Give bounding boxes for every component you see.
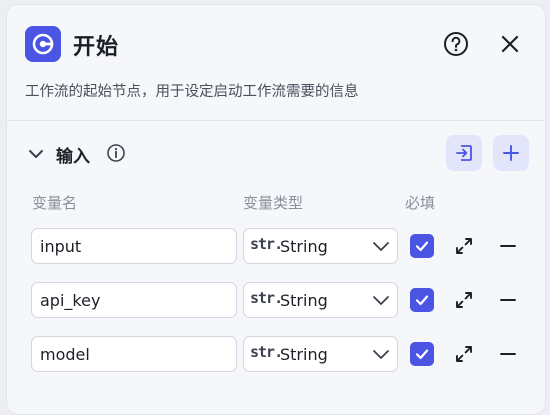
- expand-icon: [456, 238, 472, 254]
- required-checkbox[interactable]: [410, 234, 434, 258]
- chevron-down-icon: [373, 242, 389, 251]
- expand-icon: [456, 292, 472, 308]
- collapse-toggle[interactable]: [27, 145, 45, 163]
- minus-icon: [500, 245, 516, 247]
- close-button[interactable]: [497, 31, 523, 57]
- remove-variable-button[interactable]: [497, 289, 519, 311]
- check-icon: [415, 349, 429, 360]
- node-description: 工作流的起始节点，用于设定启动工作流需要的信息: [25, 84, 359, 100]
- chevron-down-icon: [29, 150, 43, 158]
- close-icon: [501, 35, 519, 53]
- chevron-down-icon: [373, 350, 389, 359]
- expand-icon: [456, 346, 472, 362]
- required-checkbox[interactable]: [410, 342, 434, 366]
- minus-icon: [500, 353, 516, 355]
- import-variables-button[interactable]: [446, 135, 482, 171]
- string-type-icon: str.: [250, 289, 283, 307]
- import-icon: [456, 145, 472, 161]
- node-title: 开始: [73, 35, 120, 60]
- remove-variable-button[interactable]: [497, 343, 519, 365]
- remove-variable-button[interactable]: [497, 235, 519, 257]
- info-icon[interactable]: [106, 143, 126, 163]
- panel-header: 开始 工作流的起始节点，用于设定启动工作流需要的信息: [7, 5, 545, 121]
- expand-button[interactable]: [453, 289, 475, 311]
- required-checkbox[interactable]: [410, 288, 434, 312]
- variable-type-select[interactable]: str. String: [243, 228, 398, 264]
- column-header-required: 必填: [405, 194, 436, 212]
- expand-button[interactable]: [453, 343, 475, 365]
- variable-type-select[interactable]: str. String: [243, 336, 398, 372]
- variable-type-select[interactable]: str. String: [243, 282, 398, 318]
- inputs-section-header: 输入: [7, 135, 545, 175]
- plus-icon: [503, 145, 519, 161]
- start-node-icon: [25, 26, 61, 62]
- variable-type-label: String: [280, 345, 328, 364]
- variable-row: str. String: [7, 336, 545, 372]
- variable-name-input[interactable]: [31, 228, 237, 264]
- variable-row: str. String: [7, 282, 545, 318]
- section-title: 输入: [56, 147, 90, 167]
- chevron-down-icon: [373, 296, 389, 305]
- variable-name-input[interactable]: [31, 282, 237, 318]
- add-variable-button[interactable]: [493, 135, 529, 171]
- help-button[interactable]: [443, 31, 469, 57]
- variable-type-label: String: [280, 291, 328, 310]
- column-header-type: 变量类型: [243, 194, 304, 212]
- expand-button[interactable]: [453, 235, 475, 257]
- variable-name-input[interactable]: [31, 336, 237, 372]
- variable-row: str. String: [7, 228, 545, 264]
- column-header-name: 变量名: [32, 194, 78, 212]
- question-circle-icon: [444, 32, 468, 56]
- minus-icon: [500, 299, 516, 301]
- variable-type-label: String: [280, 237, 328, 256]
- check-icon: [415, 241, 429, 252]
- check-icon: [415, 295, 429, 306]
- start-node-panel: 开始 工作流的起始节点，用于设定启动工作流需要的信息 输入 变量名 变量类型 必…: [6, 4, 546, 415]
- string-type-icon: str.: [250, 235, 283, 253]
- string-type-icon: str.: [250, 343, 283, 361]
